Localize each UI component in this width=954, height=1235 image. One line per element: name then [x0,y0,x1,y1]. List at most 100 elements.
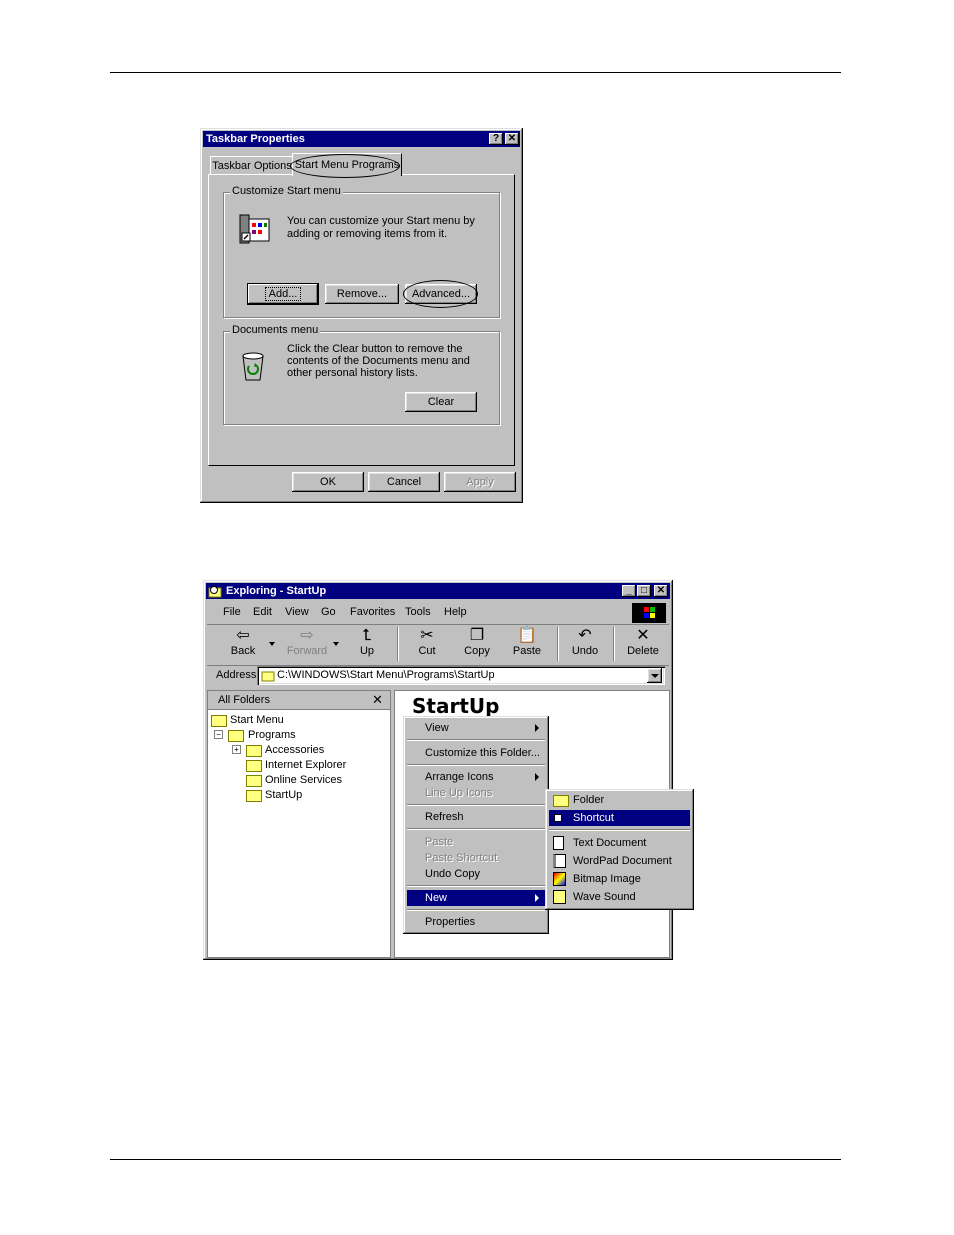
folder-icon [211,715,227,727]
submenu-item-wordpad-document[interactable]: WordPad Document [549,853,690,869]
ok-button[interactable]: OK [292,472,364,492]
menu-favorites-label: Favorites [350,606,396,618]
clear-button[interactable]: Clear [405,392,477,412]
customize-text-2: adding or removing items from it. [287,228,448,240]
submenu-arrow-icon [535,724,539,732]
tree-item-accessories[interactable]: Accessories [265,744,324,756]
toolbar-separator [397,627,399,661]
menu-tools[interactable]: Tools [405,606,431,618]
copy-button[interactable]: ❐ Copy [457,625,497,663]
menu-item-arrange-icons[interactable]: Arrange Icons [407,769,545,785]
menu-item-label: Line Up Icons [425,787,493,799]
menu-item-label: Text Document [573,837,647,849]
menu-separator [407,909,545,911]
folder-icon [228,730,244,742]
undo-button[interactable]: ↶ Undo [565,625,605,663]
explorer-title: Exploring - StartUp [226,585,327,597]
tree-item-programs[interactable]: Programs [248,729,296,741]
tree-item-start-menu[interactable]: Start Menu [230,714,284,726]
tree-expand-icon[interactable]: + [232,745,241,754]
submenu-item-wave-sound[interactable]: Wave Sound [549,889,690,905]
ok-button-label: OK [320,476,336,488]
menu-item-label: Customize this Folder... [425,747,540,759]
chevron-down-icon [651,674,659,678]
menu-file-label: File [223,606,241,618]
menu-go-label: Go [321,606,336,618]
cancel-button[interactable]: Cancel [368,472,440,492]
submenu-item-shortcut[interactable]: Shortcut [549,810,690,826]
tab-label: Start Menu Programs [294,159,400,171]
menu-item-label: Bitmap Image [573,873,641,885]
menu-view-label: View [285,606,309,618]
tree-item-internet-explorer[interactable]: Internet Explorer [265,759,346,771]
submenu-item-text-document[interactable]: Text Document [549,835,690,851]
tab-start-menu-programs[interactable]: Start Menu Programs [292,153,402,176]
up-button[interactable]: ⮤ Up [347,625,387,663]
remove-button[interactable]: Remove... [325,284,399,304]
menu-help-label: Help [444,606,467,618]
menu-separator [407,804,545,806]
menu-item-properties[interactable]: Properties [407,914,545,930]
paste-button[interactable]: 📋 Paste [507,625,547,663]
folder-icon [261,671,275,682]
back-button[interactable]: ⇦ Back [219,625,267,663]
cut-label: Cut [418,645,436,657]
forward-dropdown-icon[interactable] [333,642,339,646]
menu-file[interactable]: File [223,606,241,618]
back-dropdown-icon[interactable] [269,642,275,646]
context-menu: View Customize this Folder... Arrange Ic… [403,716,549,934]
explorer-icon [208,586,222,598]
menu-view[interactable]: View [285,606,309,618]
flag-icon [644,607,655,618]
folder-icon [246,775,262,787]
menu-go[interactable]: Go [321,606,336,618]
menu-item-label: New [425,892,448,904]
add-button[interactable]: Add... [248,284,318,304]
menu-item-customize[interactable]: Customize this Folder... [407,745,545,761]
back-arrow-icon: ⇦ [236,627,250,644]
clear-button-label: Clear [427,396,455,408]
address-field[interactable]: C:\WINDOWS\Start Menu\Programs\StartUp [257,666,665,685]
clipboard-icon: 📋 [517,627,537,644]
close-button[interactable]: ✕ [654,585,668,597]
advanced-button[interactable]: Advanced... [405,284,477,304]
menu-separator [407,885,545,887]
address-dropdown-button[interactable] [647,668,662,683]
menu-item-undo-copy[interactable]: Undo Copy [407,866,545,882]
cut-button[interactable]: ✂ Cut [407,625,447,663]
documents-text-3: other personal history lists. [287,367,418,379]
toolbar-separator [613,627,615,661]
apply-button[interactable]: Apply [444,472,516,492]
menu-item-label: WordPad Document [573,855,672,867]
menu-separator [407,828,545,830]
tab-panel: Customize Start menu You can customize y… [208,174,515,466]
tree-item-online-services[interactable]: Online Services [265,774,342,786]
menu-item-refresh[interactable]: Refresh [407,809,545,825]
tree-collapse-icon[interactable]: − [214,730,223,739]
maximize-button[interactable]: □ [637,585,651,597]
header-rule [110,72,841,73]
submenu-item-folder[interactable]: Folder [549,792,690,808]
menu-item-view[interactable]: View [407,720,545,736]
tree-item-startup[interactable]: StartUp [265,789,302,801]
menu-help[interactable]: Help [444,606,467,618]
close-pane-icon[interactable]: ✕ [372,692,383,708]
tab-taskbar-options[interactable]: Taskbar Options [210,156,294,175]
help-button[interactable]: ? [489,133,503,145]
all-folders-header: All Folders ✕ [208,691,390,710]
address-value: C:\WINDOWS\Start Menu\Programs\StartUp [277,669,495,681]
menu-edit[interactable]: Edit [253,606,272,618]
menu-item-new[interactable]: New [407,890,545,906]
forward-label: Forward [286,645,328,657]
menu-item-label: Arrange Icons [425,771,494,783]
close-button[interactable]: ✕ [505,133,519,145]
minimize-button[interactable]: _ [622,585,636,597]
copy-label: Copy [464,645,490,657]
delete-button[interactable]: ✕ Delete [621,625,665,663]
submenu-item-bitmap-image[interactable]: Bitmap Image [549,871,690,887]
undo-label: Undo [571,645,599,657]
menu-favorites[interactable]: Favorites [350,606,395,618]
menu-separator [549,829,690,831]
explorer-title-bar: Exploring - StartUp _ □ ✕ [206,583,670,599]
submenu-arrow-icon [535,773,539,781]
